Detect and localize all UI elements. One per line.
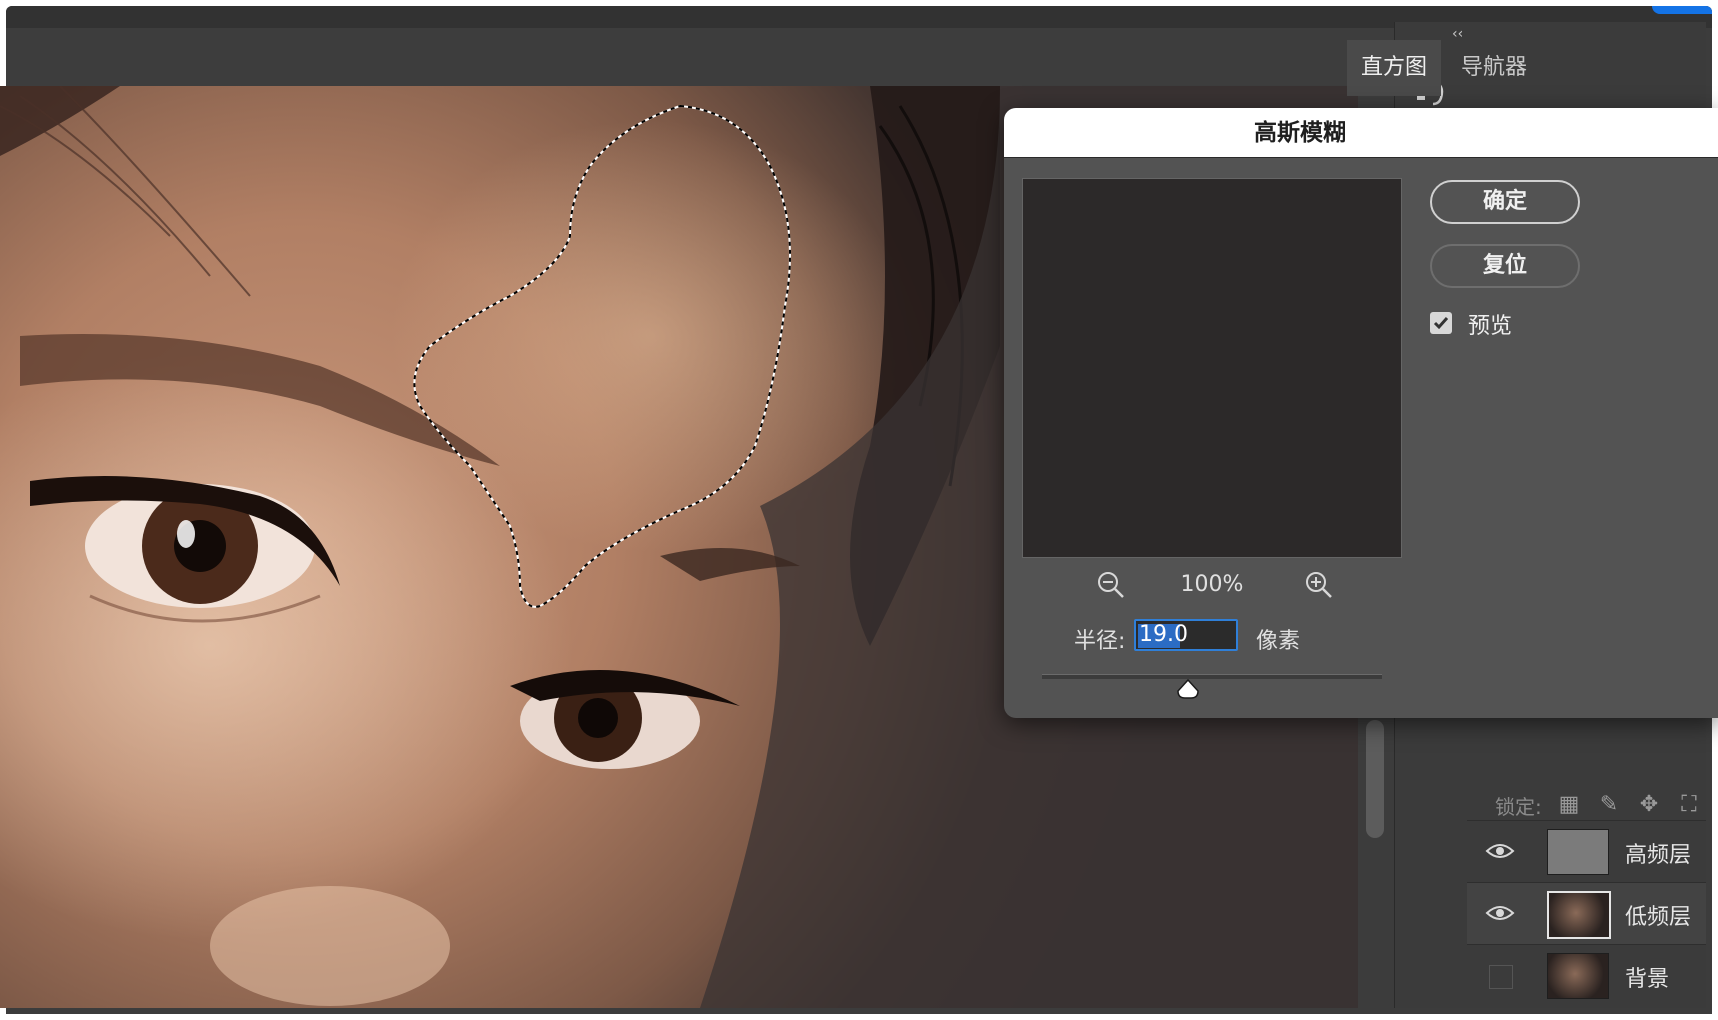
layer-row[interactable]: 高频层: [1467, 820, 1706, 883]
canvas-scroll-thumb[interactable]: [1366, 720, 1384, 838]
layer-name: 低频层: [1625, 905, 1692, 930]
gaussian-blur-dialog: 高斯模糊 100% 半径: 19.0 像素 确定 复位 预览: [1004, 108, 1718, 718]
lock-artboard-icon[interactable]: ⛶: [1677, 793, 1701, 817]
lock-transparency-icon[interactable]: ▦: [1557, 793, 1581, 817]
visibility-toggle[interactable]: [1489, 965, 1513, 989]
zoom-in-icon[interactable]: [1304, 570, 1334, 600]
layer-name: 背景: [1625, 967, 1670, 992]
lock-paint-icon[interactable]: ✎: [1597, 793, 1621, 817]
layer-thumbnail: [1547, 829, 1609, 875]
eye-icon[interactable]: [1485, 903, 1515, 923]
lock-move-icon[interactable]: ✥: [1637, 793, 1661, 817]
preview-label[interactable]: 预览: [1468, 308, 1512, 340]
layer-thumbnail: [1547, 953, 1609, 999]
tab-histogram[interactable]: 直方图: [1347, 40, 1441, 96]
tab-navigator[interactable]: 导航器: [1447, 40, 1541, 96]
layer-name: 高频层: [1625, 843, 1692, 868]
preview-checkbox[interactable]: [1430, 312, 1452, 334]
eye-icon[interactable]: [1485, 841, 1515, 861]
layer-thumbnail: [1547, 891, 1611, 939]
ok-button[interactable]: 确定: [1430, 180, 1580, 224]
lock-label: 锁定:: [1495, 795, 1542, 819]
radius-slider[interactable]: [1042, 674, 1382, 679]
unit-label: 像素: [1256, 629, 1301, 654]
options-bar: [6, 28, 1400, 93]
zoom-percent: 100%: [1180, 572, 1244, 597]
accent-corner: [1652, 6, 1712, 14]
filter-preview[interactable]: [1022, 178, 1402, 558]
radius-slider-thumb[interactable]: [1176, 678, 1200, 700]
radius-value[interactable]: 19.0: [1139, 622, 1188, 647]
radius-label: 半径:: [1074, 629, 1126, 654]
checkmark-icon: [1433, 317, 1449, 330]
reset-button[interactable]: 复位: [1430, 244, 1580, 288]
zoom-out-icon[interactable]: [1096, 570, 1126, 600]
dialog-title: 高斯模糊: [1004, 108, 1718, 158]
layer-row-selected[interactable]: 低频层: [1467, 882, 1706, 945]
layer-row[interactable]: 背景: [1467, 944, 1706, 1007]
layers-lock-row: 锁定: ▦ ✎ ✥ ⛶: [1467, 785, 1706, 825]
